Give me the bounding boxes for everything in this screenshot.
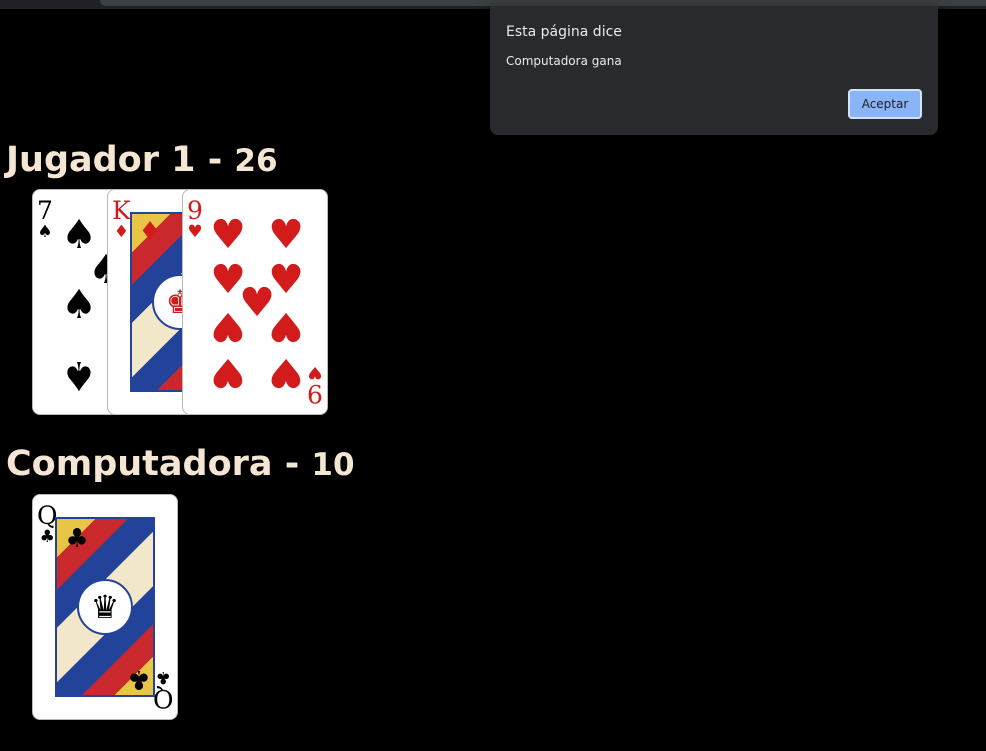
computer-separator: - bbox=[284, 444, 300, 484]
heart-icon: ♥ bbox=[210, 303, 246, 349]
card-rank: Q bbox=[152, 684, 174, 713]
card-corner-top: 9 ♥ bbox=[187, 198, 203, 241]
queen-face-artwork: ♣ ♛ ♣ bbox=[55, 517, 155, 697]
club-icon: ♣ bbox=[65, 524, 89, 554]
spade-icon: ♠ bbox=[37, 222, 53, 242]
spade-icon: ♠ bbox=[61, 282, 97, 328]
heart-icon: ♥ bbox=[210, 212, 246, 258]
heart-icon: ♥ bbox=[268, 212, 304, 258]
card-corner-top: K ♦ bbox=[112, 198, 131, 241]
heart-icon: ♥ bbox=[268, 349, 304, 395]
heart-icon: ♥ bbox=[307, 362, 323, 382]
computer-card-queen-clubs: Q ♣ ♣ ♛ ♣ Q ♣ bbox=[32, 494, 178, 720]
club-icon: ♣ bbox=[39, 527, 55, 547]
queen-crown-icon: ♛ bbox=[77, 579, 133, 635]
player-heading: Jugador 1 - 26 bbox=[6, 140, 278, 181]
diamond-icon: ♦ bbox=[113, 222, 129, 242]
card-rank: 7 bbox=[37, 196, 53, 225]
card-rank: 9 bbox=[307, 379, 323, 408]
heart-icon: ♥ bbox=[268, 303, 304, 349]
player-separator: - bbox=[207, 140, 223, 180]
card-corner-bottom: Q ♣ bbox=[152, 667, 174, 713]
computer-heading: Computadora - 10 bbox=[6, 444, 355, 485]
dialog-message: Computadora gana bbox=[506, 54, 622, 68]
computer-name: Computadora bbox=[6, 444, 273, 484]
dialog-title: Esta página dice bbox=[506, 24, 622, 40]
card-corner-bottom: 9 ♥ bbox=[307, 362, 323, 408]
diamond-icon: ♦ bbox=[138, 217, 162, 247]
club-icon: ♣ bbox=[155, 667, 171, 687]
player-card-9-hearts: 9 ♥ ♥ ♥ ♥ ♥ ♥ ♥ ♥ ♥ ♥ 9 ♥ bbox=[182, 189, 328, 415]
heart-icon: ♥ bbox=[210, 349, 246, 395]
card-corner-top: 7 ♠ bbox=[37, 198, 53, 241]
spade-icon: ♠ bbox=[61, 352, 97, 398]
card-rank: K bbox=[112, 196, 131, 225]
club-icon: ♣ bbox=[127, 664, 151, 694]
alert-dialog: Esta página dice Computadora gana Acepta… bbox=[490, 6, 938, 135]
player-name: Jugador 1 bbox=[6, 140, 196, 180]
accept-button[interactable]: Aceptar bbox=[848, 89, 922, 119]
player-score: 26 bbox=[234, 143, 278, 179]
computer-score: 10 bbox=[311, 447, 355, 483]
card-rank: 9 bbox=[187, 196, 203, 225]
heart-icon: ♥ bbox=[187, 222, 203, 242]
